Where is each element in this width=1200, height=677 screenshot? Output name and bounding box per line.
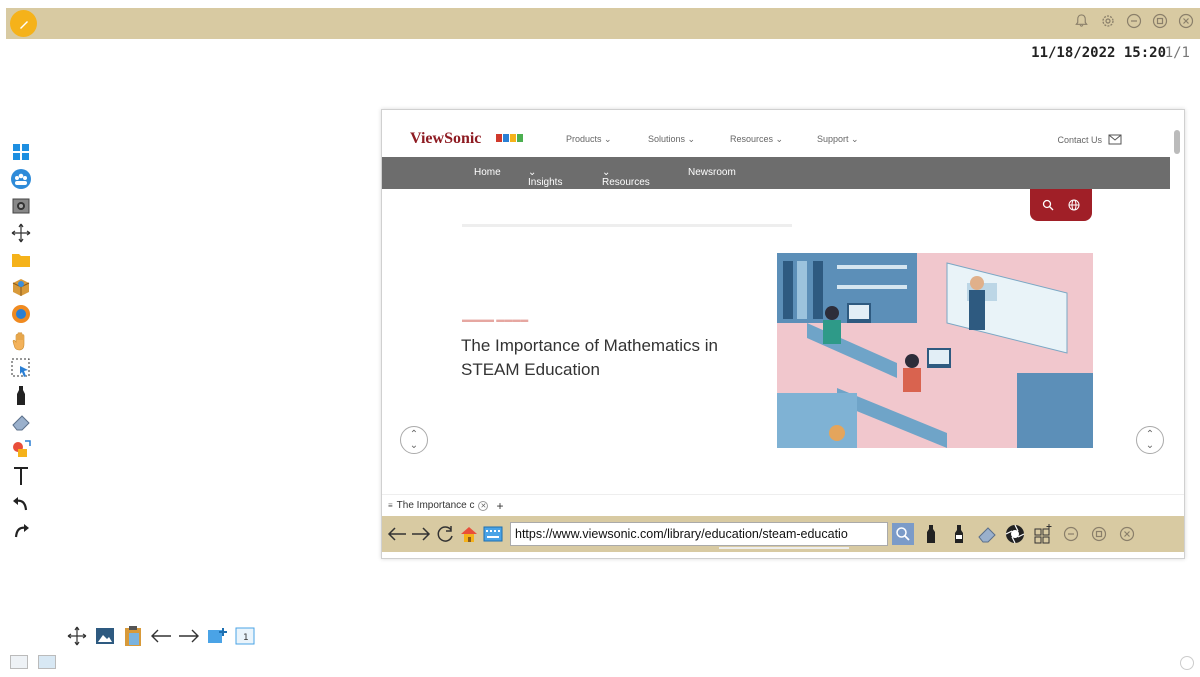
sub-navigation: Home Insights ⌄ Resources ⌄ Newsroom	[382, 157, 1170, 189]
pen-icon[interactable]	[8, 383, 34, 406]
text-icon[interactable]	[8, 464, 34, 487]
box-icon[interactable]	[8, 275, 34, 298]
gallery-icon[interactable]	[38, 655, 56, 669]
menu-support[interactable]: Support ⌄	[817, 134, 859, 145]
back-icon[interactable]	[386, 523, 408, 545]
select-icon[interactable]	[8, 356, 34, 379]
screenshot-icon[interactable]	[1004, 523, 1026, 545]
page-icon[interactable]: 1	[232, 624, 258, 648]
clipboard-icon[interactable]	[120, 624, 146, 648]
top-bar	[6, 8, 1200, 39]
hero-image	[777, 253, 1093, 448]
datetime-display: 11/18/2022 15:20	[1031, 45, 1166, 61]
move-icon[interactable]	[64, 624, 90, 648]
left-toolbar	[8, 140, 34, 541]
windows-icon[interactable]	[8, 140, 34, 163]
page-indicator: 1/1	[1164, 45, 1190, 61]
site-header: ViewSonic Products ⌄ Solutions ⌄ Resourc…	[382, 124, 1170, 158]
menu-resources[interactable]: Resources ⌄	[730, 134, 783, 145]
subnav-newsroom[interactable]: Newsroom	[688, 167, 736, 178]
search-icon[interactable]	[892, 523, 914, 545]
subnav-home[interactable]: Home	[474, 167, 501, 178]
article-title: The Importance of Mathematics in STEAM E…	[461, 336, 719, 379]
new-tab-button[interactable]: +	[496, 499, 503, 513]
corner-tools	[10, 655, 56, 669]
next-arrow-icon[interactable]	[176, 624, 202, 648]
thumbnail-icon[interactable]	[10, 655, 28, 669]
minimize-icon[interactable]	[1060, 523, 1082, 545]
highlighter-icon[interactable]	[948, 523, 970, 545]
page-scrollbar[interactable]	[1174, 130, 1180, 154]
tab-favicon-icon: ≡	[388, 501, 393, 510]
eraser-icon[interactable]	[8, 410, 34, 433]
image-icon[interactable]	[92, 624, 118, 648]
menu-products[interactable]: Products ⌄	[566, 134, 612, 145]
url-input[interactable]: https://www.viewsonic.com/library/educat…	[510, 522, 888, 546]
grid-add-icon[interactable]	[1032, 523, 1054, 545]
browser-icon[interactable]	[8, 302, 34, 325]
restore-icon[interactable]	[1151, 12, 1168, 29]
browser-window: ViewSonic Products ⌄ Solutions ⌄ Resourc…	[381, 109, 1185, 559]
camera-icon[interactable]	[8, 194, 34, 217]
pen-menu-button[interactable]	[10, 10, 37, 37]
breadcrumb	[462, 224, 792, 227]
marker-icon[interactable]	[920, 523, 942, 545]
load-indicator	[719, 547, 849, 549]
close-icon[interactable]	[1116, 523, 1138, 545]
hand-icon[interactable]	[8, 329, 34, 352]
restore-icon[interactable]	[1088, 523, 1110, 545]
tab-label: The Importance c	[396, 500, 475, 511]
browser-tab-bar: ≡ The Importance c ✕ +	[382, 494, 1184, 516]
subnav-insights[interactable]: Insights ⌄	[528, 167, 562, 188]
search-globe-box	[1030, 189, 1092, 221]
window-controls	[1073, 12, 1194, 29]
gear-icon[interactable]	[1099, 12, 1116, 29]
browser-tools	[892, 523, 1138, 545]
minimize-icon[interactable]	[1125, 12, 1142, 29]
home-icon[interactable]	[458, 523, 480, 545]
globe-icon[interactable]	[1068, 199, 1080, 211]
people-icon[interactable]	[8, 167, 34, 190]
close-icon[interactable]	[1177, 12, 1194, 29]
contact-us-link[interactable]: Contact Us	[1057, 134, 1122, 145]
prev-arrow-icon[interactable]	[148, 624, 174, 648]
subnav-resources[interactable]: Resources ⌄	[602, 167, 650, 188]
undo-icon[interactable]	[8, 491, 34, 514]
menu-solutions[interactable]: Solutions ⌄	[648, 134, 695, 145]
site-logo[interactable]: ViewSonic	[410, 130, 481, 148]
reload-icon[interactable]	[434, 523, 456, 545]
scroll-up-down-left-button[interactable]: ⌃ ⌄	[400, 426, 428, 454]
search-icon[interactable]	[1042, 199, 1054, 211]
corner-indicator-icon[interactable]	[1180, 656, 1194, 670]
page-toolbar: 1	[64, 624, 258, 648]
add-page-icon[interactable]	[204, 624, 230, 648]
scroll-up-down-right-button[interactable]: ⌃ ⌄	[1136, 426, 1164, 454]
mail-icon	[1108, 134, 1122, 145]
shape-icon[interactable]	[8, 437, 34, 460]
eraser-icon[interactable]	[976, 523, 998, 545]
svg-text:1: 1	[243, 633, 249, 643]
bell-icon[interactable]	[1073, 12, 1090, 29]
forward-icon[interactable]	[410, 523, 432, 545]
keyboard-icon[interactable]	[482, 523, 504, 545]
tab-close-icon[interactable]: ✕	[478, 500, 489, 511]
browser-tab[interactable]: ≡ The Importance c ✕	[388, 500, 489, 511]
redo-icon[interactable]	[8, 518, 34, 541]
article-category: ▬▬▬▬ ▬▬▬▬	[462, 315, 529, 324]
pencil-icon	[19, 20, 28, 29]
logo-mark-icon	[496, 134, 523, 142]
folder-icon[interactable]	[8, 248, 34, 271]
move-icon[interactable]	[8, 221, 34, 244]
